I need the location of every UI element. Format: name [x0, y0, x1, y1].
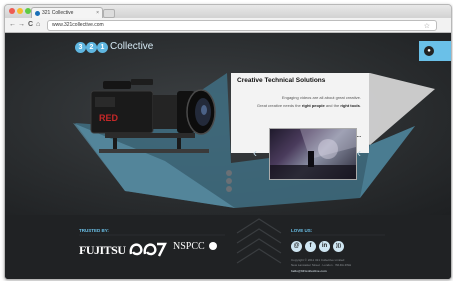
close-window-button[interactable]	[9, 8, 15, 14]
reload-icon[interactable]: C	[28, 20, 33, 29]
site-footer	[5, 215, 451, 279]
url-bar[interactable]: www.321collective.com ☆	[47, 20, 437, 31]
prev-arrow-icon[interactable]: ‹	[253, 146, 257, 160]
trusted-by-heading: TRUSTED BY:	[79, 228, 109, 233]
logo-digit: 1	[97, 42, 108, 53]
slide-dot-3[interactable]	[226, 186, 232, 192]
url-text: www.321collective.com	[52, 22, 104, 28]
nspcc-dot-icon	[209, 242, 218, 250]
linkedin-icon[interactable]: in	[319, 241, 330, 252]
bookmark-star-icon[interactable]: ☆	[424, 22, 430, 31]
menu-circle-icon: ●	[424, 46, 434, 56]
panel-heading: Creative Technical Solutions	[237, 77, 326, 84]
next-arrow-icon[interactable]: ‹	[357, 146, 361, 160]
panel-text-line: Engaging videos are all about great crea…	[281, 95, 361, 100]
nspcc-text: NSPCC	[173, 241, 205, 252]
client-logo-fujitsu: FUJITSU	[79, 243, 126, 257]
web-page: 3 2 1 Collective ● RED Creative Technica…	[5, 33, 451, 279]
minimize-window-button[interactable]	[17, 8, 23, 14]
slide-dot-1[interactable]	[226, 170, 232, 176]
cinema-camera-illustration: RED	[90, 79, 216, 153]
logo-wordmark: Collective	[110, 41, 154, 52]
featured-photo	[269, 128, 357, 180]
footer-decoration	[79, 218, 385, 264]
panel-text-line: Great creative needs the right people an…	[256, 103, 361, 108]
address-text: New Lancaster Street · London · W1DA 4WH	[291, 263, 352, 267]
browser-window: 321 Collective × ← → C ⌂ www.321collecti…	[4, 4, 452, 280]
tab-bar: 321 Collective ×	[5, 5, 451, 19]
forward-icon[interactable]: →	[18, 20, 25, 29]
logo-digit: 3	[75, 42, 86, 53]
favicon-icon	[35, 11, 40, 16]
address-toolbar: ← → C ⌂ www.321collective.com ☆	[5, 18, 451, 33]
contact-email-link[interactable]: hello@321collective.com	[291, 269, 327, 273]
logo-digit: 2	[86, 42, 97, 53]
client-logo-nspcc: NSPCC	[173, 241, 218, 252]
facebook-icon[interactable]: f	[305, 241, 316, 252]
new-tab-button[interactable]	[103, 9, 115, 18]
side-menu-tab[interactable]: ●	[419, 41, 451, 61]
email-icon[interactable]: @	[291, 241, 302, 252]
svg-text:RED: RED	[99, 113, 119, 123]
copyright-text: Copyright © 2011 321 Collective Limited	[291, 258, 345, 262]
back-icon[interactable]: ←	[9, 20, 16, 29]
rss-icon[interactable]: )))	[333, 241, 344, 252]
love-us-heading: LOVE US:	[291, 228, 313, 233]
client-logo-swirl	[129, 242, 167, 257]
home-icon[interactable]: ⌂	[36, 20, 40, 29]
hero-section: 3 2 1 Collective ● RED Creative Technica…	[5, 33, 451, 215]
slide-dot-2[interactable]	[226, 178, 232, 184]
